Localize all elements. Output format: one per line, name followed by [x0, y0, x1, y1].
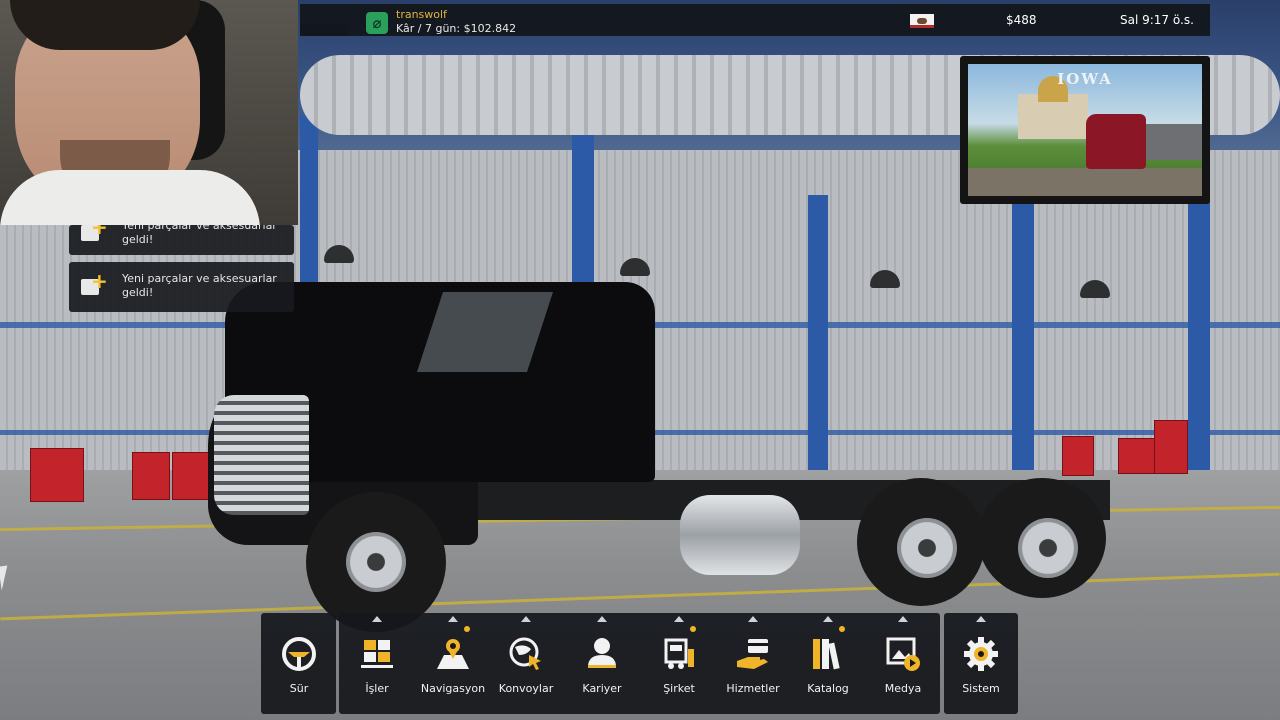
menu-item-system[interactable]: Sistem [942, 613, 1020, 714]
menu-item-media[interactable]: Medya [864, 613, 942, 714]
tool-cabinet [1154, 420, 1188, 474]
notification-dot [690, 626, 696, 632]
jobs-label: İşler [365, 682, 389, 695]
tool-cabinet [30, 448, 84, 502]
tool-cabinet [132, 452, 170, 500]
media-play-icon [884, 635, 922, 673]
streamer-hair [10, 0, 200, 50]
chevron-up-icon [823, 616, 833, 622]
tool-cabinet [172, 452, 210, 500]
chevron-up-icon [976, 616, 986, 622]
banner-road [968, 168, 1202, 196]
profit-summary: Kâr / 7 gün: $102.842 [396, 22, 517, 35]
menu-item-navigation[interactable]: Navigasyon [414, 613, 492, 714]
media-label: Medya [884, 682, 922, 695]
california-flag-icon [910, 14, 934, 28]
chevron-up-icon [898, 616, 908, 622]
rear-wheel [978, 478, 1106, 598]
chevron-up-icon [674, 616, 684, 622]
menu-item-services[interactable]: Hizmetler [714, 613, 792, 714]
tool-cabinet [1062, 436, 1094, 476]
menu-item-catalog[interactable]: Katalog [789, 613, 867, 714]
career-label: Kariyer [582, 682, 622, 695]
menu-item-convoys[interactable]: Konvoylar [487, 613, 565, 714]
company-label: Şirket [663, 682, 695, 695]
streamer-webcam [0, 0, 298, 225]
catalog-label: Katalog [807, 682, 849, 695]
services-label: Hizmetler [726, 682, 780, 695]
system-label: Sistem [962, 682, 1000, 695]
menu-item-career[interactable]: Kariyer [563, 613, 641, 714]
navigation-label: Navigasyon [420, 682, 486, 695]
top-status-bar: ⌀ transwolf Kâr / 7 gün: $102.842 $488 S… [300, 4, 1210, 36]
front-wheel [306, 492, 446, 632]
chevron-up-icon [597, 616, 607, 622]
streamer-shirt [0, 170, 260, 225]
steering-wheel-icon [280, 635, 318, 673]
fuel-tank [680, 495, 800, 575]
steel-column [1012, 190, 1034, 480]
notification-text: Yeni parçalar ve aksesuarlar geldi! [122, 225, 277, 246]
menu-item-company[interactable]: Şirket [640, 613, 718, 714]
notification-card[interactable]: + Yeni parçalar ve aksesuarlar geldi! [69, 225, 294, 255]
iowa-dlc-banner[interactable]: IOWA [960, 56, 1210, 204]
convoys-label: Konvoylar [498, 682, 554, 695]
drive-label: Sür [289, 682, 309, 695]
notification-card[interactable]: + Yeni parçalar ve aksesuarlar geldi! [69, 262, 294, 312]
chevron-up-icon [372, 616, 382, 622]
notification-text: Yeni parçalar ve aksesuarlar geldi! [122, 272, 277, 299]
company-logo-icon[interactable]: ⌀ [366, 12, 388, 34]
drive-button[interactable]: Sür [260, 613, 338, 714]
books-icon [809, 635, 847, 673]
cargo-boxes-icon [358, 635, 396, 673]
game-clock: Sal 9:17 ö.s. [1120, 13, 1194, 27]
company-name[interactable]: transwolf [396, 8, 447, 21]
steel-column [1188, 190, 1210, 480]
chevron-up-icon [448, 616, 458, 622]
chevron-up-icon [521, 616, 531, 622]
person-icon [583, 635, 621, 673]
globe-cursor-icon [507, 635, 545, 673]
truck-grille [214, 395, 309, 515]
gear-icon [962, 635, 1000, 673]
steel-column [808, 195, 828, 480]
banner-title: IOWA [1057, 70, 1113, 88]
hand-card-icon [734, 635, 772, 673]
notification-dot [464, 626, 470, 632]
iowa-banner-image: IOWA [968, 64, 1202, 196]
truck-parts-plus-icon: + [79, 269, 108, 299]
rear-wheel [857, 478, 985, 606]
chevron-up-icon [748, 616, 758, 622]
menu-item-jobs[interactable]: İşler [338, 613, 416, 714]
banner-trailer [1144, 124, 1202, 160]
map-pin-icon [434, 635, 472, 673]
truck-parts-plus-icon: + [79, 225, 108, 245]
money-balance: $488 [1006, 13, 1037, 27]
company-truck-icon [660, 635, 698, 673]
notification-dot [839, 626, 845, 632]
banner-truck [1086, 114, 1146, 169]
